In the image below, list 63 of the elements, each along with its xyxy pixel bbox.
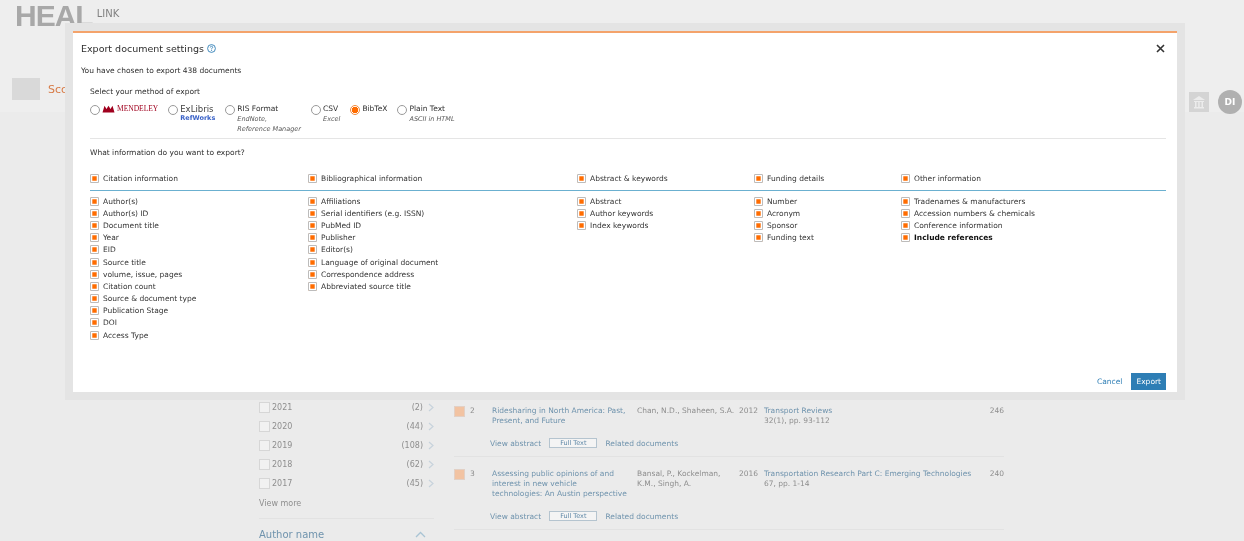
checkbox[interactable]: [308, 269, 317, 279]
year-label: 2019: [272, 441, 294, 450]
checkbox[interactable]: [308, 220, 317, 230]
checkbox[interactable]: [90, 330, 99, 340]
view-more-link[interactable]: View more: [259, 499, 434, 519]
checkbox[interactable]: [901, 208, 910, 218]
year-label: 2021: [272, 403, 294, 412]
checkbox[interactable]: [308, 281, 317, 291]
checkbox[interactable]: [90, 269, 99, 279]
checkbox[interactable]: [901, 174, 910, 183]
logo-subtext: LINK: [96, 8, 120, 19]
checkbox[interactable]: [577, 196, 586, 206]
checkbox[interactable]: [754, 174, 763, 183]
checkbox[interactable]: [259, 478, 270, 489]
checkbox[interactable]: [308, 196, 317, 206]
checkbox[interactable]: [754, 196, 763, 206]
checkbox[interactable]: [90, 257, 99, 267]
section-header[interactable]: Author name: [259, 519, 434, 540]
checkbox[interactable]: [90, 245, 99, 255]
checkbox[interactable]: [308, 257, 317, 267]
close-button[interactable]: [1156, 44, 1165, 53]
checkbox[interactable]: [90, 318, 99, 328]
checkbox[interactable]: [90, 233, 99, 243]
checkbox[interactable]: [901, 233, 910, 243]
checkbox[interactable]: [259, 440, 270, 451]
checkbox[interactable]: [754, 233, 763, 243]
checkbox[interactable]: [454, 469, 465, 480]
checkbox[interactable]: [90, 281, 99, 291]
mendeley-logo-icon: [102, 104, 115, 113]
year-count: (44): [406, 422, 423, 431]
checkbox[interactable]: [577, 220, 586, 230]
year-label: 2018: [272, 460, 294, 469]
checkbox[interactable]: [308, 233, 317, 243]
checkbox[interactable]: [90, 220, 99, 230]
year-label: 2017: [272, 479, 294, 488]
checkbox[interactable]: [308, 245, 317, 255]
checkbox[interactable]: [259, 402, 270, 413]
checkbox[interactable]: [259, 421, 270, 432]
checkbox[interactable]: [90, 208, 99, 218]
checkbox[interactable]: [577, 208, 586, 218]
checkbox[interactable]: [901, 196, 910, 206]
checkbox[interactable]: [754, 220, 763, 230]
checkbox[interactable]: [754, 208, 763, 218]
checkbox[interactable]: [90, 306, 99, 316]
checkbox[interactable]: [90, 294, 99, 304]
checkbox[interactable]: [901, 220, 910, 230]
year-count: (62): [406, 460, 423, 469]
checkbox[interactable]: [454, 406, 465, 417]
checkbox[interactable]: [90, 174, 99, 183]
checkbox[interactable]: [308, 174, 317, 183]
checkbox[interactable]: [259, 459, 270, 470]
dialog-title: Export document settings: [81, 43, 204, 54]
chevron-up-icon[interactable]: [415, 531, 426, 538]
exlibris-logo-text: ExLibris: [180, 104, 215, 114]
year-count: (108): [401, 441, 423, 450]
year-count: (45): [406, 479, 423, 488]
checkbox[interactable]: [90, 196, 99, 206]
year-count: (2): [411, 403, 423, 412]
year-label: 2020: [272, 422, 294, 431]
user-avatar[interactable]: DI: [1218, 90, 1242, 114]
checkbox[interactable]: [577, 174, 586, 183]
help-icon[interactable]: [206, 44, 216, 53]
checkbox[interactable]: [308, 208, 317, 218]
